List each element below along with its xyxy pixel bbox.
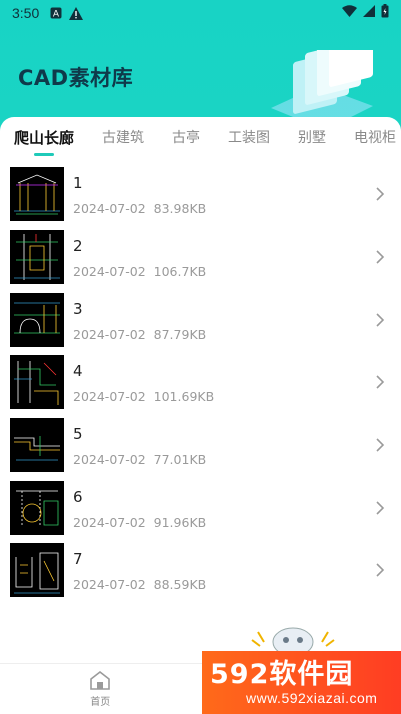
item-name: 2 (73, 237, 83, 256)
item-date: 2024-07-02 (73, 264, 146, 280)
chevron-right-icon (376, 438, 385, 452)
list-item[interactable]: 5 2024-07-02 77.01KB (0, 414, 401, 477)
status-time: 3:50 (12, 5, 40, 21)
item-date: 2024-07-02 (73, 452, 146, 468)
chevron-right-icon (376, 501, 385, 515)
cad-thumbnail (10, 418, 64, 473)
chevron-right-icon (376, 375, 385, 389)
chevron-right-icon (376, 563, 385, 578)
site-watermark: 592软件园 www.592xiazai.com (202, 651, 401, 714)
item-name: 3 (73, 299, 83, 318)
cad-thumbnail (10, 543, 64, 598)
chevron-right-icon (376, 313, 385, 327)
warning-icon (69, 6, 84, 20)
item-size: 77.01KB (153, 452, 207, 468)
cad-thumbnail (10, 292, 64, 347)
item-name: 5 (73, 425, 83, 444)
tab-bieshu[interactable]: 别墅 (284, 117, 340, 161)
item-date: 2024-07-02 (73, 201, 146, 217)
item-size: 91.96KB (153, 514, 207, 530)
chevron-right-icon (376, 250, 385, 264)
svg-text:A: A (53, 10, 60, 20)
tab-gongzhuang-tu[interactable]: 工装图 (214, 117, 284, 161)
list-item[interactable]: 2 2024-07-02 106.7KB (0, 226, 401, 289)
content-card: 爬山长廊 古建筑 古亭 工装图 别墅 电视柜 1 2024-07-02 83.98… (0, 117, 401, 714)
item-date: 2024-07-02 (73, 514, 146, 530)
item-date: 2024-07-02 (73, 577, 146, 593)
category-tabs: 爬山长廊 古建筑 古亭 工装图 别墅 电视柜 (0, 117, 401, 161)
item-date: 2024-07-02 (73, 389, 146, 405)
wifi-icon (342, 5, 357, 21)
list-item[interactable]: 3 2024-07-02 87.79KB (0, 288, 401, 351)
chevron-right-icon (376, 187, 385, 201)
home-icon (90, 670, 111, 690)
list-item[interactable]: 4 2024-07-02 101.69KB (0, 351, 401, 414)
item-name: 4 (73, 362, 83, 381)
cad-thumbnail (10, 480, 64, 535)
item-size: 88.59KB (153, 577, 207, 593)
list-item[interactable]: 7 2024-07-02 88.59KB (0, 539, 401, 602)
notification-a-icon: A (49, 6, 63, 20)
cad-thumbnail (10, 167, 64, 222)
item-name: 1 (73, 174, 83, 193)
signal-icon (363, 5, 375, 21)
tab-pashan-changlang[interactable]: 爬山长廊 (0, 117, 88, 161)
item-date: 2024-07-02 (73, 326, 146, 342)
item-size: 83.98KB (153, 201, 207, 217)
watermark-brand: 592软件园 (210, 658, 354, 690)
item-size: 87.79KB (153, 326, 207, 342)
battery-icon (381, 4, 389, 22)
cad-thumbnail (10, 355, 64, 410)
nav-home[interactable]: 首页 (0, 664, 201, 714)
item-size: 101.69KB (153, 389, 215, 405)
item-name: 7 (73, 550, 83, 569)
item-name: 6 (73, 487, 83, 506)
tab-dianshi-gui[interactable]: 电视柜 (340, 117, 401, 161)
page-title: CAD素材库 (18, 66, 134, 90)
watermark-url: www.592xiazai.com (246, 689, 378, 706)
list-item[interactable]: 1 2024-07-02 83.98KB (0, 163, 401, 226)
material-list: 1 2024-07-02 83.98KB 2 2024-07-02 106.7KB … (0, 163, 401, 602)
tab-gu-jianzhu[interactable]: 古建筑 (88, 117, 158, 161)
cad-thumbnail (10, 230, 64, 285)
item-size: 106.7KB (153, 264, 207, 280)
status-bar: 3:50 A (0, 0, 401, 26)
list-item[interactable]: 6 2024-07-02 91.96KB (0, 476, 401, 539)
nav-home-label: 首页 (90, 697, 111, 708)
tab-gu-ting[interactable]: 古亭 (158, 117, 214, 161)
